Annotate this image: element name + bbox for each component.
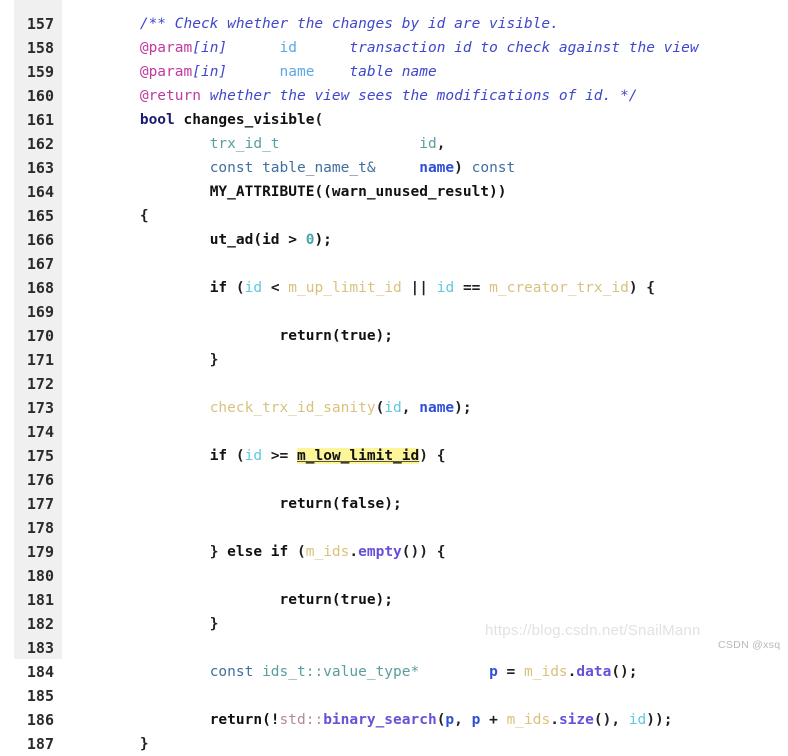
line-number: 165 (26, 207, 54, 225)
code-line: 180 (0, 564, 788, 588)
line-content[interactable]: bool changes_visible( (62, 108, 788, 132)
line-number: 176 (26, 471, 54, 489)
line-number: 181 (26, 591, 54, 609)
code-line: 166 ut_ad(id > 0); (0, 228, 788, 252)
code-line: 172 (0, 372, 788, 396)
code-line: 159 @param[in] name table name (0, 60, 788, 84)
line-number: 183 (26, 639, 54, 657)
line-number: 170 (26, 327, 54, 345)
line-content[interactable] (62, 372, 788, 396)
line-number: 161 (26, 111, 54, 129)
line-number: 182 (26, 615, 54, 633)
code-line: 167 (0, 252, 788, 276)
code-line: 158 @param[in] id transaction id to chec… (0, 36, 788, 60)
code-line: 173 check_trx_id_sanity(id, name); (0, 396, 788, 420)
line-content[interactable]: if (id >= m_low_limit_id) { (62, 444, 788, 468)
line-content[interactable] (62, 516, 788, 540)
code-line: 163 const table_name_t& name) const (0, 156, 788, 180)
code-line: 160 @return whether the view sees the mo… (0, 84, 788, 108)
watermark-url: https://blog.csdn.net/SnailMann (485, 622, 701, 639)
line-number: 186 (26, 711, 54, 729)
line-content[interactable] (62, 684, 788, 708)
line-number: 167 (26, 255, 54, 273)
line-number: 172 (26, 375, 54, 393)
code-line: 185 (0, 684, 788, 708)
line-content[interactable]: @return whether the view sees the modifi… (62, 84, 788, 108)
line-content[interactable]: const table_name_t& name) const (62, 156, 788, 180)
line-number: 162 (26, 135, 54, 153)
line-content[interactable]: } (62, 348, 788, 372)
code-line: 157 /** Check whether the changes by id … (0, 12, 788, 36)
code-lines-container: 157 /** Check whether the changes by id … (0, 0, 788, 756)
line-content[interactable]: ut_ad(id > 0); (62, 228, 788, 252)
line-content[interactable]: MY_ATTRIBUTE((warn_unused_result)) (62, 180, 788, 204)
line-content[interactable]: } (62, 732, 788, 756)
line-content[interactable]: const ids_t::value_type* p = m_ids.data(… (62, 660, 788, 684)
line-number: 171 (26, 351, 54, 369)
code-line: 175 if (id >= m_low_limit_id) { (0, 444, 788, 468)
line-content[interactable]: return(false); (62, 492, 788, 516)
line-content[interactable]: /** Check whether the changes by id are … (62, 12, 788, 36)
line-number: 157 (26, 15, 54, 33)
line-content[interactable] (62, 468, 788, 492)
line-content[interactable] (62, 300, 788, 324)
line-number: 185 (26, 687, 54, 705)
code-line: 164 MY_ATTRIBUTE((warn_unused_result)) (0, 180, 788, 204)
line-number: 180 (26, 567, 54, 585)
line-content[interactable]: @param[in] name table name (62, 60, 788, 84)
line-number: 187 (26, 735, 54, 753)
line-number: 174 (26, 423, 54, 441)
line-number: 159 (26, 63, 54, 81)
line-content[interactable]: @param[in] id transaction id to check ag… (62, 36, 788, 60)
line-number: 179 (26, 543, 54, 561)
line-number: 164 (26, 183, 54, 201)
code-line: 165 { (0, 204, 788, 228)
code-line: 178 (0, 516, 788, 540)
line-content[interactable] (62, 420, 788, 444)
code-line: 176 (0, 468, 788, 492)
line-number: 169 (26, 303, 54, 321)
line-number: 178 (26, 519, 54, 537)
code-line: 174 (0, 420, 788, 444)
code-line: 168 if (id < m_up_limit_id || id == m_cr… (0, 276, 788, 300)
line-number: 160 (26, 87, 54, 105)
line-content[interactable]: { (62, 204, 788, 228)
code-viewer: 157 /** Check whether the changes by id … (0, 0, 788, 753)
line-content[interactable]: return(!std::binary_search(p, p + m_ids.… (62, 708, 788, 732)
code-line: 177 return(false); (0, 492, 788, 516)
line-number: 177 (26, 495, 54, 513)
code-line: 186 return(!std::binary_search(p, p + m_… (0, 708, 788, 732)
code-line: 161 bool changes_visible( (0, 108, 788, 132)
line-number: 184 (26, 663, 54, 681)
line-number: 163 (26, 159, 54, 177)
line-number: 173 (26, 399, 54, 417)
line-content[interactable]: check_trx_id_sanity(id, name); (62, 396, 788, 420)
line-number: 158 (26, 39, 54, 57)
line-content[interactable]: return(true); (62, 324, 788, 348)
line-content[interactable]: trx_id_t id, (62, 132, 788, 156)
code-line: 184 const ids_t::value_type* p = m_ids.d… (0, 660, 788, 684)
highlighted-token: m_low_limit_id (297, 448, 420, 464)
code-line: 169 (0, 300, 788, 324)
line-content[interactable]: } else if (m_ids.empty()) { (62, 540, 788, 564)
line-content[interactable]: return(true); (62, 588, 788, 612)
line-content[interactable] (62, 636, 788, 660)
code-line: 170 return(true); (0, 324, 788, 348)
line-number: 175 (26, 447, 54, 465)
code-line: 187 } (0, 732, 788, 756)
code-line: 162 trx_id_t id, (0, 132, 788, 156)
line-content[interactable] (62, 564, 788, 588)
line-content[interactable]: if (id < m_up_limit_id || id == m_creato… (62, 276, 788, 300)
line-content[interactable] (62, 252, 788, 276)
code-line: 179 } else if (m_ids.empty()) { (0, 540, 788, 564)
code-line: 181 return(true); (0, 588, 788, 612)
line-number: 168 (26, 279, 54, 297)
line-number: 166 (26, 231, 54, 249)
code-line: 183 (0, 636, 788, 660)
code-line: 171 } (0, 348, 788, 372)
watermark-tag: CSDN @xsq (718, 639, 781, 651)
